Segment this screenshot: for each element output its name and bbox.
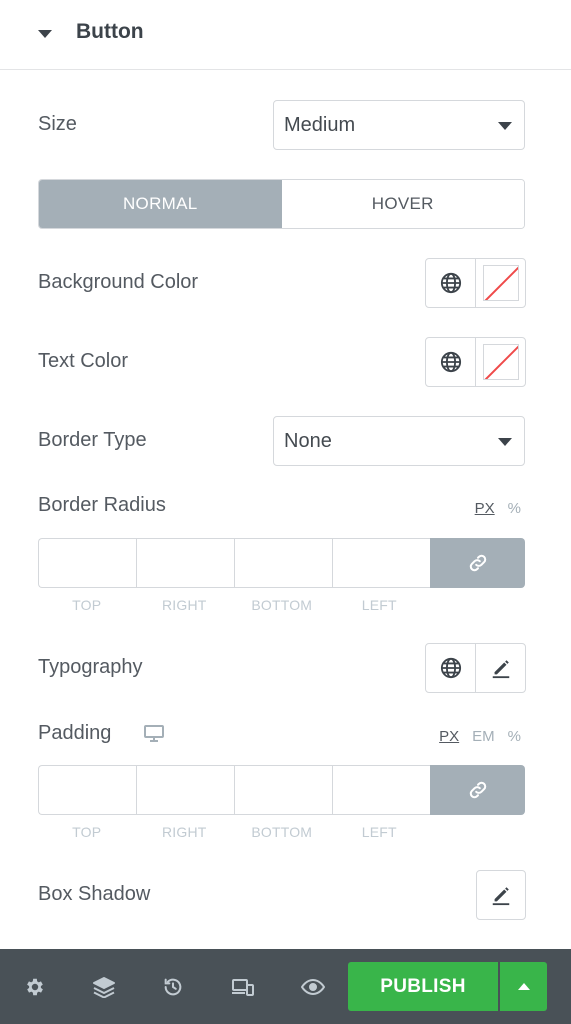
unit-em[interactable]: EM xyxy=(472,728,495,745)
size-select[interactable]: Medium xyxy=(273,100,525,150)
globe-icon xyxy=(440,351,461,373)
section-header[interactable]: Button xyxy=(0,0,571,70)
edit-typography-button[interactable] xyxy=(475,644,525,692)
text-color-picker[interactable] xyxy=(475,338,525,386)
box-shadow-label: Box Shadow xyxy=(38,883,151,905)
responsive-mode-button[interactable] xyxy=(231,975,255,999)
padding-side-labels: TOP RIGHT BOTTOM LEFT xyxy=(38,824,428,840)
padding-right-input[interactable] xyxy=(136,765,234,815)
globe-icon xyxy=(440,272,461,294)
history-button[interactable] xyxy=(161,975,185,999)
side-label-left: LEFT xyxy=(361,597,397,613)
side-label-right: RIGHT xyxy=(161,597,207,613)
unit-px[interactable]: PX xyxy=(475,500,495,517)
link-icon xyxy=(469,781,486,799)
side-label-top: TOP xyxy=(72,597,102,613)
border-radius-left-input[interactable] xyxy=(332,538,430,588)
caret-up-icon xyxy=(517,983,530,990)
state-tabs: NORMAL HOVER xyxy=(38,179,525,229)
side-label-right: RIGHT xyxy=(161,824,207,840)
preview-button[interactable] xyxy=(301,975,325,999)
border-radius-units: PX % xyxy=(475,500,521,517)
unit-px[interactable]: PX xyxy=(439,728,459,745)
padding-bottom-input[interactable] xyxy=(234,765,332,815)
typography-control xyxy=(425,643,526,693)
empty-color-swatch xyxy=(482,265,519,301)
background-color-control xyxy=(425,258,526,308)
padding-left-input[interactable] xyxy=(332,765,430,815)
padding-inputs xyxy=(38,765,525,815)
link-icon xyxy=(469,554,486,572)
settings-button[interactable] xyxy=(23,975,47,999)
border-radius-bottom-input[interactable] xyxy=(234,538,332,588)
layers-icon xyxy=(93,977,115,998)
link-values-button[interactable] xyxy=(430,538,525,588)
border-radius-side-labels: TOP RIGHT BOTTOM LEFT xyxy=(38,597,428,613)
settings-icon xyxy=(27,978,43,996)
background-color-picker[interactable] xyxy=(475,259,525,307)
publish-button[interactable]: PUBLISH xyxy=(348,962,498,1011)
border-radius-inputs xyxy=(38,538,525,588)
border-type-label: Border Type xyxy=(38,429,147,451)
chevron-down-icon xyxy=(498,122,512,130)
text-color-control xyxy=(425,337,526,387)
text-color-label: Text Color xyxy=(38,350,129,372)
size-select-value: Medium xyxy=(284,114,356,136)
side-label-bottom: BOTTOM xyxy=(251,824,313,840)
border-radius-top-input[interactable] xyxy=(38,538,136,588)
background-color-label: Background Color xyxy=(38,271,199,293)
typography-label: Typography xyxy=(38,656,143,678)
desktop-icon[interactable] xyxy=(143,725,165,743)
unit-percent[interactable]: % xyxy=(508,500,521,517)
padding-units: PX EM % xyxy=(439,728,521,745)
edit-box-shadow-button[interactable] xyxy=(476,870,526,920)
globe-icon xyxy=(440,657,461,679)
navigator-button[interactable] xyxy=(92,975,116,999)
responsive-icon xyxy=(232,979,254,996)
caret-down-icon xyxy=(38,30,52,38)
padding-top-input[interactable] xyxy=(38,765,136,815)
padding-label: Padding xyxy=(38,722,112,744)
side-label-bottom: BOTTOM xyxy=(251,597,313,613)
pencil-icon xyxy=(492,660,509,679)
global-colors-button[interactable] xyxy=(426,338,475,386)
tab-hover[interactable]: HOVER xyxy=(281,180,524,228)
border-type-select[interactable]: None xyxy=(273,416,525,466)
section-title: Button xyxy=(76,20,144,43)
global-colors-button[interactable] xyxy=(426,259,475,307)
pencil-icon xyxy=(492,887,510,906)
history-icon xyxy=(164,978,182,996)
size-label: Size xyxy=(38,113,77,135)
global-typography-button[interactable] xyxy=(426,644,475,692)
unit-percent[interactable]: % xyxy=(508,728,521,745)
publish-options-button[interactable] xyxy=(500,962,547,1011)
chevron-down-icon xyxy=(498,438,512,446)
empty-color-swatch xyxy=(482,344,519,380)
border-radius-label: Border Radius xyxy=(38,494,166,516)
tab-normal[interactable]: NORMAL xyxy=(39,180,282,228)
border-type-select-value: None xyxy=(284,430,332,452)
eye-icon xyxy=(301,978,325,996)
side-label-top: TOP xyxy=(72,824,102,840)
link-values-button[interactable] xyxy=(430,765,525,815)
side-label-left: LEFT xyxy=(361,824,397,840)
border-radius-right-input[interactable] xyxy=(136,538,234,588)
